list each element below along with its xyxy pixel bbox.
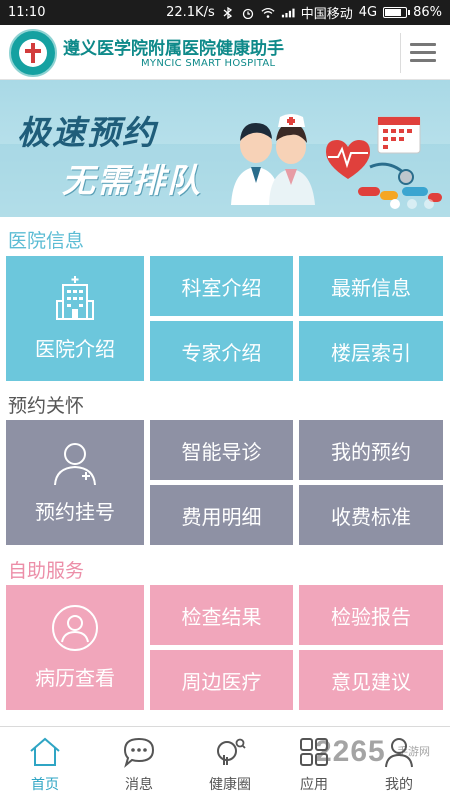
battery-fill — [385, 9, 402, 16]
lab-report-button[interactable]: 检验报告 — [299, 585, 443, 645]
network-type: 4G — [358, 5, 378, 20]
latest-news-button[interactable]: 最新信息 — [299, 256, 443, 316]
banner-line1: 极速预约 — [17, 113, 157, 152]
net-speed: 22.1K/s — [166, 5, 215, 20]
wifi-icon — [261, 7, 275, 18]
nearby-medical-button[interactable]: 周边医疗 — [150, 650, 293, 710]
header-divider — [400, 33, 401, 73]
tab-home-label: 首页 — [31, 777, 59, 793]
section-title-self-service: 自助服务 — [8, 560, 85, 582]
watermark-text: 2265 — [315, 735, 386, 768]
section-title-hospital-info: 医院信息 — [8, 230, 85, 252]
battery-percent: 86% — [413, 5, 442, 20]
exam-results-button[interactable]: 检查结果 — [150, 585, 293, 645]
watermark: 2265 手游网 — [315, 735, 430, 769]
expert-intro-button[interactable]: 专家介绍 — [150, 321, 293, 381]
user-circle-icon — [52, 605, 98, 651]
banner-dot-1[interactable] — [390, 199, 400, 209]
bluetooth-icon — [223, 6, 232, 19]
health-circle-icon — [217, 738, 246, 765]
tab-home[interactable]: 首页 — [0, 727, 90, 801]
signal-icon — [281, 8, 295, 17]
department-intro-button[interactable]: 科室介绍 — [150, 256, 293, 316]
watermark-small: 手游网 — [397, 746, 430, 758]
hospital-intro-label: 医院介绍 — [35, 337, 115, 361]
tab-health-circle[interactable]: 健康圈 — [185, 727, 275, 801]
carrier-label: 中国移动 — [300, 7, 353, 22]
hamburger-icon — [410, 43, 436, 46]
medical-records-label: 病历查看 — [35, 666, 115, 690]
section-title-appointment: 预约关怀 — [8, 395, 85, 417]
battery-icon — [383, 7, 411, 18]
feedback-button[interactable]: 意见建议 — [299, 650, 443, 710]
tab-messages-label: 消息 — [125, 777, 153, 793]
home-icon — [30, 737, 60, 766]
banner-line2: 无需排队 — [62, 161, 202, 200]
chat-bubble-icon — [123, 737, 155, 768]
tab-messages[interactable]: 消息 — [94, 727, 184, 801]
app-title: 遵义医学院附属医院健康助手 — [63, 39, 284, 59]
banner-pagination — [390, 199, 434, 209]
building-icon — [56, 276, 94, 320]
doctor-nurse-illustration — [231, 114, 315, 205]
menu-button[interactable] — [407, 39, 439, 67]
banner-dot-3[interactable] — [424, 199, 434, 209]
floor-index-button[interactable]: 楼层索引 — [299, 321, 443, 381]
my-appointments-button[interactable]: 我的预约 — [299, 420, 443, 480]
tab-profile-label: 我的 — [385, 777, 413, 793]
status-time: 11:10 — [8, 5, 46, 20]
fee-details-button[interactable]: 费用明细 — [150, 485, 293, 545]
doctor-icon — [54, 443, 96, 486]
register-appointment-label: 预约挂号 — [35, 500, 115, 524]
banner-dot-2[interactable] — [407, 199, 417, 209]
medical-records-button[interactable]: 病历查看 — [6, 585, 144, 710]
alarm-icon — [242, 8, 253, 19]
app-subtitle: MYNCIC SMART HOSPITAL — [141, 58, 276, 69]
app-header: 遵义医学院附属医院健康助手 MYNCIC SMART HOSPITAL — [0, 25, 450, 80]
hospital-intro-button[interactable]: 医院介绍 — [6, 256, 144, 381]
hospital-logo — [9, 29, 57, 77]
status-bar: 11:10 22.1K/s 中国移动 4G 86% — [0, 0, 450, 25]
register-appointment-button[interactable]: 预约挂号 — [6, 420, 144, 545]
tab-health-circle-label: 健康圈 — [209, 777, 251, 793]
status-right: 22.1K/s 中国移动 4G 86% — [166, 3, 442, 22]
promo-banner[interactable]: 极速预约 无需排队 — [0, 80, 450, 217]
smart-guide-button[interactable]: 智能导诊 — [150, 420, 293, 480]
fee-standards-button[interactable]: 收费标准 — [299, 485, 443, 545]
tab-apps-label: 应用 — [300, 777, 328, 793]
